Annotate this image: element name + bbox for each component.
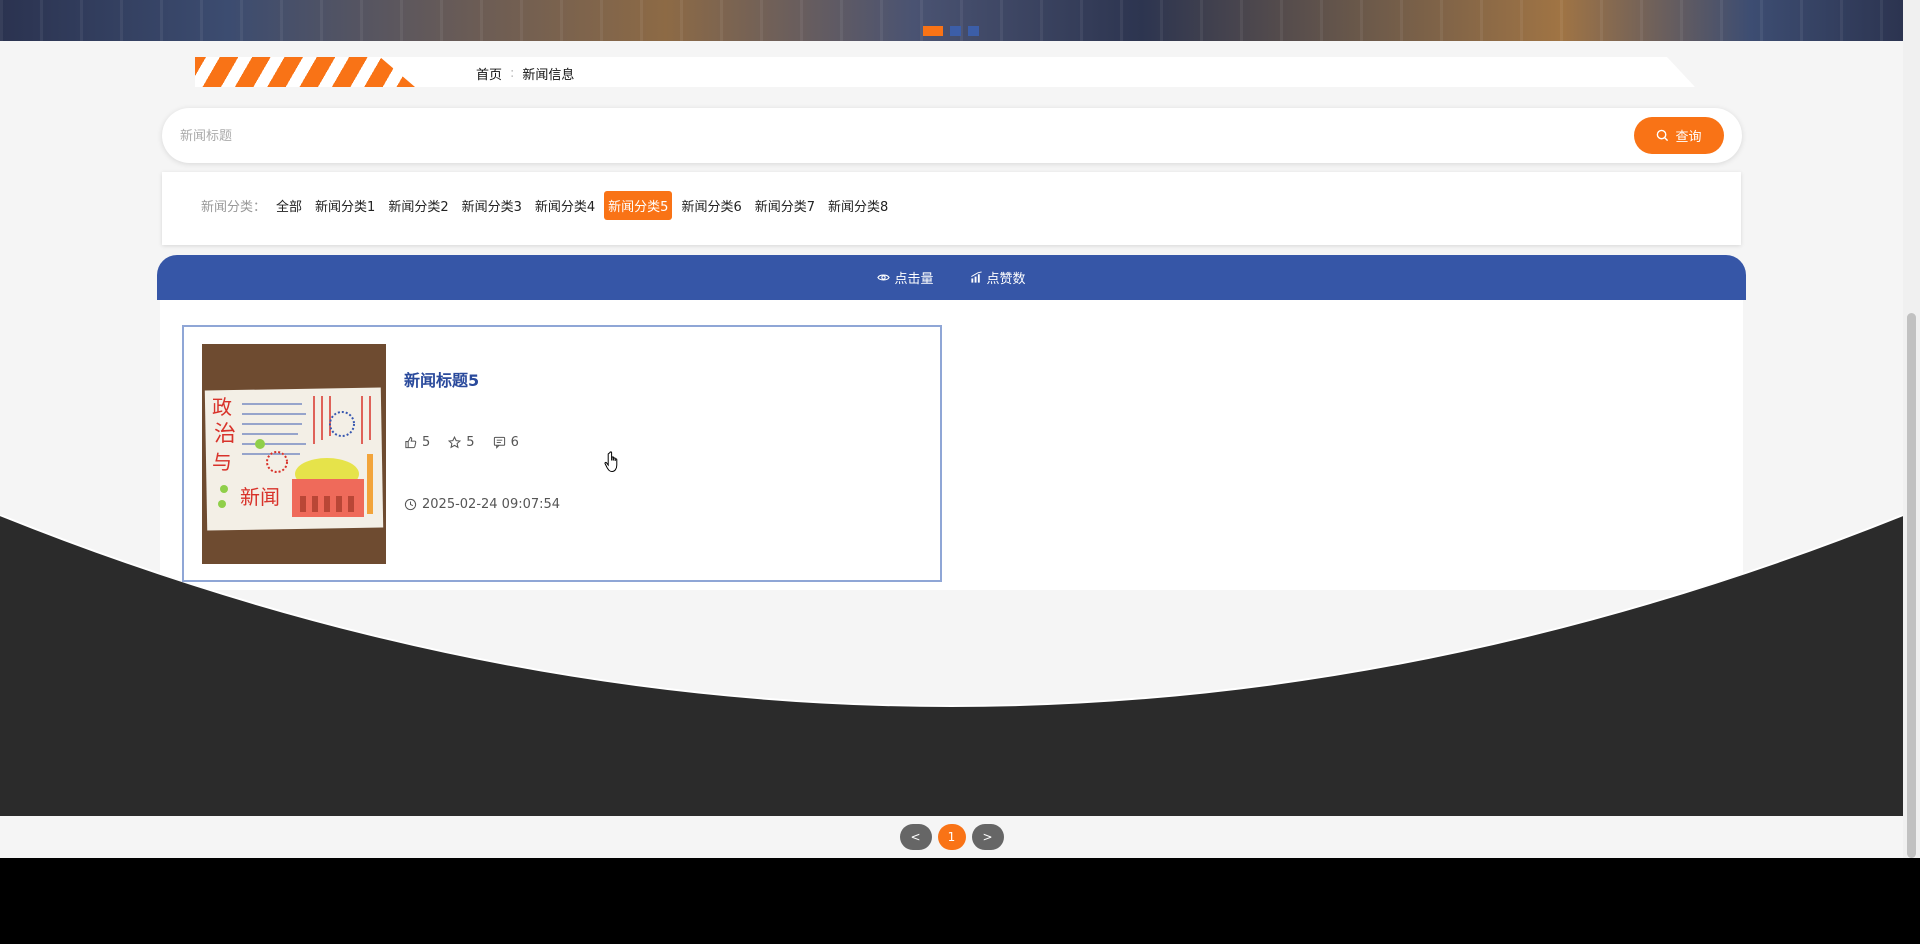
- news-date-value: 2025-02-24 09:07:54: [422, 497, 561, 512]
- search-icon: [1657, 129, 1669, 142]
- category-4[interactable]: 新闻分类4: [531, 191, 599, 220]
- pagination: < 1 >: [0, 824, 1903, 850]
- carousel-indicators: [923, 26, 979, 36]
- sort-views-label: 点击量: [894, 272, 934, 287]
- likes-value: 5: [422, 435, 431, 450]
- scrollbar-thumb[interactable]: [1907, 313, 1916, 858]
- category-7[interactable]: 新闻分类7: [751, 191, 819, 220]
- stripe-decoration: [195, 57, 415, 87]
- category-filter: 新闻分类： 全部 新闻分类1 新闻分类2 新闻分类3 新闻分类4 新闻分类5 新…: [201, 191, 897, 220]
- category-1[interactable]: 新闻分类1: [311, 191, 379, 220]
- clock-icon: [404, 498, 417, 511]
- svg-text:新闻: 新闻: [240, 485, 280, 509]
- svg-text:治: 治: [214, 422, 236, 447]
- pagination-bar: < 1 >: [0, 816, 1903, 858]
- thumbs-up-icon: [405, 436, 417, 449]
- comments-value: 6: [510, 435, 519, 450]
- prev-page-button[interactable]: <: [899, 824, 932, 850]
- likes-count: 5: [404, 435, 430, 450]
- search-button-label: 查询: [1675, 130, 1702, 145]
- eye-icon: [877, 274, 891, 281]
- next-page-button[interactable]: >: [971, 824, 1004, 850]
- vertical-scrollbar[interactable]: [1903, 0, 1920, 858]
- star-icon: [448, 436, 462, 449]
- sort-options: 点击量 点赞数: [157, 268, 1746, 287]
- breadcrumb-separator: :: [510, 66, 515, 81]
- bottom-blackout: [0, 858, 1920, 944]
- favorites-count: 5: [448, 435, 475, 450]
- breadcrumb-current: 新闻信息: [522, 68, 575, 83]
- search-input[interactable]: [178, 121, 1582, 151]
- carousel-dot-3[interactable]: [968, 26, 979, 36]
- search-button[interactable]: 查询: [1634, 117, 1724, 154]
- bar-chart-icon: [970, 271, 982, 283]
- news-date: 2025-02-24 09:07:54: [404, 497, 560, 512]
- sort-by-views[interactable]: 点击量: [877, 268, 934, 287]
- breadcrumb-home[interactable]: 首页: [476, 64, 502, 83]
- comments-count: 6: [493, 435, 519, 450]
- search-bar: 查询: [162, 108, 1742, 163]
- news-title[interactable]: 新闻标题5: [404, 367, 479, 391]
- news-thumbnail: 政 治 与 新闻: [202, 344, 386, 564]
- page: 首页 : 新闻信息 查询 新闻分类： 全部 新闻分类1 新闻分类2 新闻分类3 …: [0, 0, 1903, 944]
- comment-icon: [493, 436, 505, 449]
- news-stats: 5 5 6: [404, 435, 519, 450]
- category-5[interactable]: 新闻分类5: [604, 191, 673, 220]
- page-1-button[interactable]: 1: [937, 824, 966, 850]
- category-2[interactable]: 新闻分类2: [384, 191, 452, 220]
- carousel-dot-2[interactable]: [950, 26, 961, 36]
- category-3[interactable]: 新闻分类3: [458, 191, 526, 220]
- news-card[interactable]: 政 治 与 新闻 新闻标题5 5 5 6 2025-02-24 09:07:54: [182, 325, 942, 582]
- carousel-dot-1[interactable]: [923, 26, 943, 36]
- category-6[interactable]: 新闻分类6: [677, 191, 745, 220]
- sort-likes-label: 点赞数: [986, 272, 1026, 287]
- sort-by-likes[interactable]: 点赞数: [970, 268, 1026, 287]
- svg-text:政: 政: [212, 395, 232, 419]
- category-8[interactable]: 新闻分类8: [824, 191, 892, 220]
- hand-cursor-icon: [604, 451, 618, 473]
- svg-text:与: 与: [212, 450, 232, 474]
- category-filter-panel: 新闻分类： 全部 新闻分类1 新闻分类2 新闻分类3 新闻分类4 新闻分类5 新…: [162, 172, 1741, 245]
- favorites-value: 5: [466, 435, 475, 450]
- breadcrumb-bar: [195, 57, 1695, 87]
- category-label: 新闻分类：: [201, 200, 267, 215]
- breadcrumb: 首页 : 新闻信息: [476, 64, 574, 83]
- category-all[interactable]: 全部: [272, 191, 306, 220]
- sort-bar: 点击量 点赞数: [157, 255, 1746, 300]
